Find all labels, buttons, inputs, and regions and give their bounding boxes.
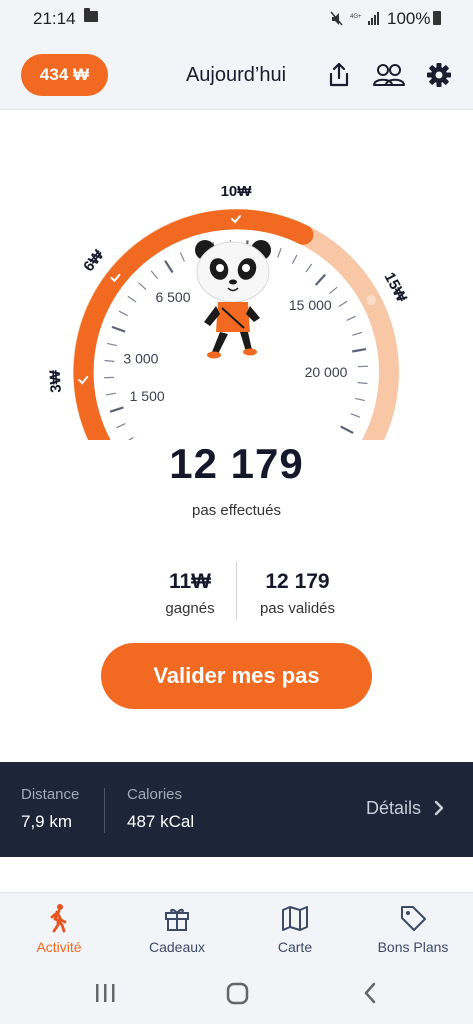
gauge-tick xyxy=(118,310,129,317)
gauge-scale-label: 15 000 xyxy=(289,297,332,313)
steps-count: 12 179 xyxy=(169,440,304,487)
gauge-tick xyxy=(354,397,366,402)
gauge-tick xyxy=(164,260,174,274)
gauge-tick xyxy=(138,282,147,291)
nav-gifts-label: Cadeaux xyxy=(148,939,206,955)
gauge-tick xyxy=(350,413,361,418)
details-label: Détails xyxy=(366,798,422,818)
settings-gear-icon[interactable] xyxy=(424,60,454,90)
mute-wifi-signal-icons: 4G+ xyxy=(330,11,382,30)
stat-divider xyxy=(236,562,237,620)
gauge-tick xyxy=(305,263,313,273)
validated-value: 12 179 xyxy=(265,570,330,593)
nav-map[interactable]: Carte xyxy=(236,893,354,961)
gauge-tick xyxy=(106,342,118,347)
gauge-milestone-label: 15₩ xyxy=(381,270,411,306)
calories-label: Calories xyxy=(127,786,183,803)
gauge-tick xyxy=(338,300,348,307)
gauge-tick xyxy=(111,325,126,333)
home-icon[interactable] xyxy=(226,982,249,1005)
network-type-label: 4G+ xyxy=(350,14,362,20)
gauge-milestone-label: 3₩ xyxy=(47,369,65,393)
folder-icon xyxy=(84,8,98,22)
back-icon[interactable] xyxy=(364,982,376,1004)
gift-icon xyxy=(165,908,189,931)
earned-value: 11₩ xyxy=(168,570,212,593)
gauge-tick xyxy=(104,359,115,362)
gauge-tick xyxy=(314,273,326,286)
nav-deals-label: Bons Plans xyxy=(377,939,449,955)
nav-activity-label: Activité xyxy=(36,939,82,955)
bottom-navigation: Activité Cadeaux Carte Bons Plans xyxy=(0,892,473,960)
share-icon[interactable] xyxy=(324,60,354,90)
steps-count-label: pas effectués xyxy=(192,502,281,519)
gauge-tick xyxy=(150,270,159,279)
gauge-tick xyxy=(340,425,354,434)
gauge-scale-label: 20 000 xyxy=(305,364,348,380)
points-balance-pill[interactable]: 434 ₩ xyxy=(21,54,108,96)
gauge-tick xyxy=(352,347,367,353)
friends-icon[interactable] xyxy=(372,60,406,90)
gauge-tick xyxy=(357,382,368,385)
nav-map-label: Carte xyxy=(277,939,313,955)
nav-deals[interactable]: Bons Plans xyxy=(354,893,472,961)
gauge-tick xyxy=(116,423,126,429)
nav-activity[interactable]: Activité xyxy=(0,893,118,961)
earned-label: gagnés xyxy=(165,600,215,617)
gauge-tick xyxy=(277,247,282,258)
distance-value: 7,9 km xyxy=(21,812,73,831)
gauge-tick xyxy=(346,315,356,321)
gauge-tick xyxy=(105,392,116,396)
distance-label: Distance xyxy=(21,786,80,803)
status-bar: 21:14 4G+ 100% xyxy=(0,0,473,40)
tag-icon xyxy=(401,906,426,931)
milestone-dot-icon xyxy=(366,295,377,306)
gauge-tick xyxy=(352,331,363,336)
gauge-scale-label: 3 000 xyxy=(123,351,158,367)
stats-divider xyxy=(104,788,105,833)
recent-apps-icon[interactable] xyxy=(96,984,115,1002)
gauge-tick xyxy=(127,295,137,303)
validated-stat: 12 179 pas validés xyxy=(245,570,350,617)
panda-mascot-image xyxy=(195,240,271,359)
gauge-tick xyxy=(291,254,298,265)
walking-icon xyxy=(50,904,67,933)
gauge-scale-label: 1 500 xyxy=(130,388,165,404)
status-time: 21:14 xyxy=(33,9,76,28)
battery-percent: 100% xyxy=(387,9,431,28)
validated-label: pas validés xyxy=(259,600,336,617)
gauge-tick xyxy=(109,406,124,413)
calories-value: 487 kCal xyxy=(127,812,195,831)
chevron-right-icon xyxy=(434,800,444,816)
details-link[interactable]: Détails xyxy=(366,798,446,819)
map-icon xyxy=(282,906,308,931)
validate-steps-button[interactable]: Valider mes pas xyxy=(101,643,372,709)
activity-stats-panel: Distance 7,9 km Calories 487 kCal Détail… xyxy=(0,762,473,857)
nav-gifts[interactable]: Cadeaux xyxy=(118,893,236,961)
gauge-milestone-label: 6₩ xyxy=(80,246,108,275)
gauge-scale-label: 6 500 xyxy=(155,289,190,305)
gauge-milestone-label: 10₩ xyxy=(221,183,253,200)
page-title: Aujourd’hui xyxy=(185,64,287,86)
app-header: 434 ₩ Aujourd’hui xyxy=(0,40,473,110)
battery-icon xyxy=(433,11,441,25)
earned-stat: 11₩ gagnés xyxy=(145,570,235,617)
gauge-tick xyxy=(329,286,338,295)
system-navigation-bar xyxy=(0,960,473,1024)
gauge-tick xyxy=(179,252,185,262)
